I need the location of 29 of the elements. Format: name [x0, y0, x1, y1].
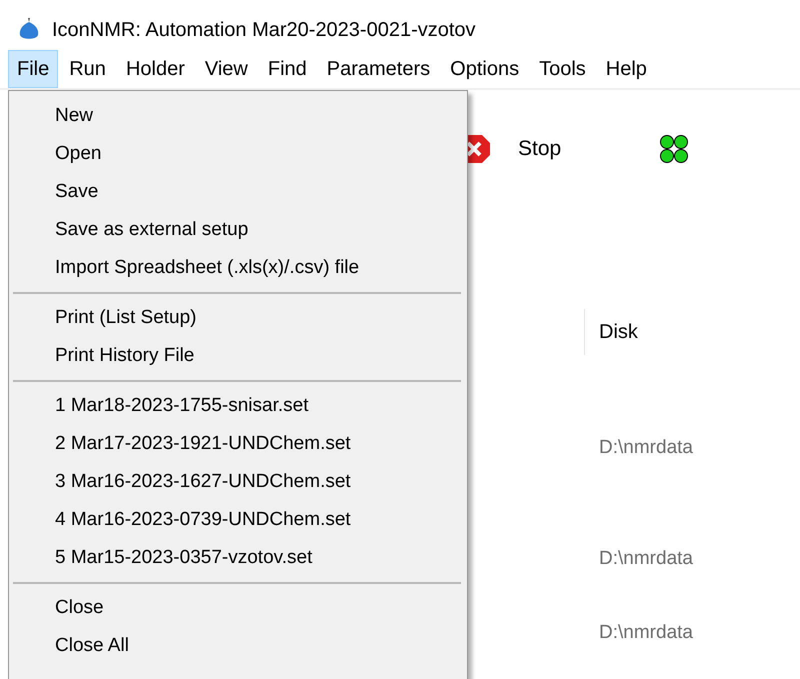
table-cell: D:\nmrdata	[599, 548, 693, 570]
table-cell: D:\nmrdata	[599, 622, 693, 644]
menu-item[interactable]: Help	[596, 50, 656, 88]
menu-entry[interactable]: Save	[9, 173, 467, 211]
menu-entry[interactable]: 2 Mar17-2023-1921-UNDChem.set	[9, 425, 467, 463]
menu-entry[interactable]: Print History File	[9, 337, 467, 375]
menu-entry[interactable]: Open	[9, 135, 467, 173]
menu-item[interactable]: Options	[441, 50, 528, 88]
menu-item[interactable]: View	[196, 50, 257, 88]
menu-entry[interactable]: 4 Mar16-2023-0739-UNDChem.set	[9, 501, 467, 539]
menu-item[interactable]: Find	[258, 50, 316, 88]
menu-entry[interactable]: New	[9, 97, 467, 135]
table-cell: D:\nmrdata	[599, 436, 693, 458]
menu-item[interactable]: Tools	[530, 50, 595, 88]
menu-entry[interactable]: Save as external setup	[9, 211, 467, 249]
menu-item[interactable]: Run	[60, 50, 115, 88]
column-header[interactable]: Disk	[599, 320, 638, 344]
menu-entry[interactable]: Print (List Setup)	[9, 299, 467, 337]
menu-entry[interactable]: 3 Mar16-2023-1627-UNDChem.set	[9, 463, 467, 501]
menu-item[interactable]: File	[8, 50, 58, 88]
menu-entry[interactable]: 1 Mar18-2023-1755-snisar.set	[9, 387, 467, 425]
menu-entry[interactable]: 5 Mar15-2023-0357-vzotov.set	[9, 539, 467, 577]
menu-entry[interactable]: Close All	[9, 627, 467, 665]
menu-entry[interactable]: Close	[9, 589, 467, 627]
menu-item[interactable]: Parameters	[318, 50, 440, 88]
four-circles-icon[interactable]	[659, 134, 690, 164]
menu-entry[interactable]: Import Spreadsheet (.xls(x)/.csv) file	[9, 249, 467, 287]
window-title: IconNMR: Automation Mar20-2023-0021-vzotov	[52, 18, 476, 42]
menu-item[interactable]: Holder	[116, 50, 194, 88]
